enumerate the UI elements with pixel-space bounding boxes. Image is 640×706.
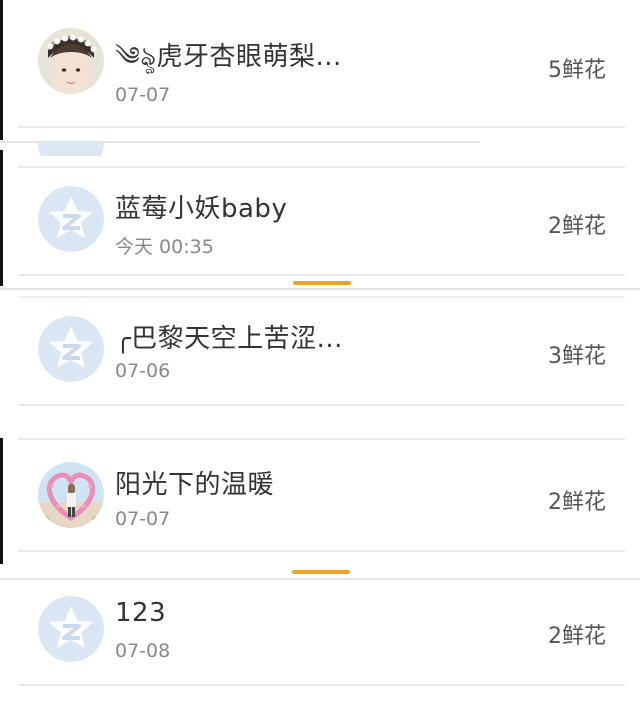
default-avatar[interactable] <box>38 316 104 382</box>
left-edge-bar <box>0 0 3 140</box>
flower-gift-list-screen: ༄ৡ虎牙杏眼萌梨... 07-07 5鲜花 蓝莓小妖baby 今天 00:35 … <box>0 0 640 706</box>
gift-date: 07-06 <box>115 360 171 382</box>
flower-count: 5鲜花 <box>548 58 606 83</box>
row-divider <box>18 126 625 128</box>
row-divider <box>18 684 625 686</box>
heart-arch-photo-icon <box>38 462 104 528</box>
gift-date: 今天 00:35 <box>115 236 214 258</box>
default-avatar[interactable] <box>38 596 104 662</box>
list-item[interactable]: ༄ৡ虎牙杏眼萌梨... 07-07 5鲜花 <box>18 0 625 126</box>
star-icon <box>38 186 104 252</box>
section-divider <box>0 288 640 290</box>
default-avatar[interactable] <box>38 186 104 252</box>
list-item[interactable]: 阳光下的温暖 07-07 2鲜花 <box>18 440 625 550</box>
user-name: ╭巴黎天空上苦涩... <box>115 324 343 354</box>
list-item[interactable]: ╭巴黎天空上苦涩... 07-06 3鲜花 <box>18 298 625 404</box>
flower-count: 2鲜花 <box>548 624 606 649</box>
left-edge-bar <box>0 438 3 564</box>
gift-date: 07-07 <box>115 84 171 106</box>
flower-count: 2鲜花 <box>548 490 606 515</box>
user-name: 阳光下的温暖 <box>115 470 275 500</box>
row-divider <box>18 274 625 276</box>
row-divider <box>18 404 625 406</box>
gift-date: 07-07 <box>115 508 171 530</box>
flower-count: 2鲜花 <box>548 214 606 239</box>
user-avatar[interactable] <box>38 462 104 528</box>
user-name: 蓝莓小妖baby <box>115 194 288 224</box>
row-divider <box>18 550 625 552</box>
list-item[interactable]: 蓝莓小妖baby 今天 00:35 2鲜花 <box>18 168 625 274</box>
boy-photo-icon <box>38 28 104 94</box>
list-item[interactable]: 123 07-08 2鲜花 <box>18 580 625 684</box>
star-icon <box>38 596 104 662</box>
gift-date: 07-08 <box>115 640 171 662</box>
user-avatar[interactable] <box>38 28 104 94</box>
star-icon <box>38 316 104 382</box>
load-more-indicator <box>293 281 351 285</box>
user-name: 123 <box>115 598 167 628</box>
load-more-indicator <box>292 570 350 574</box>
left-edge-bar <box>0 150 3 286</box>
flower-count: 3鲜花 <box>548 344 606 369</box>
